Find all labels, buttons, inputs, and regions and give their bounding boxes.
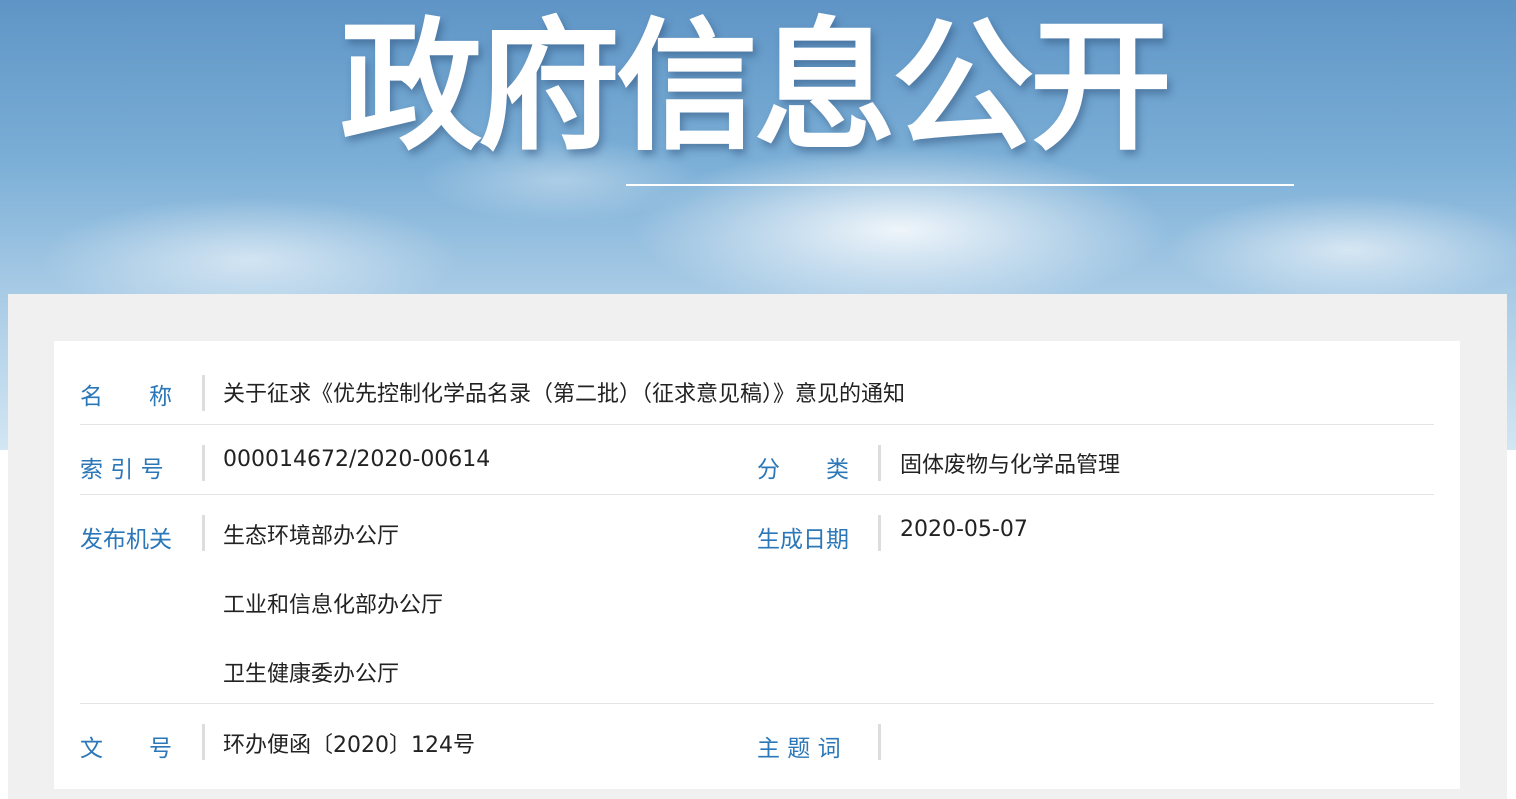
row-name: 名 称 关于征求《优先控制化学品名录（第二批）（征求意见稿）》意见的通知 [80,355,1434,425]
publisher-label: 发布机关 [80,527,172,553]
index-label: 索 引 号 [80,457,164,483]
row-divider [878,515,881,551]
publisher-item: 卫生健康委办公厅 [223,662,400,687]
date-label: 生成日期 [757,527,849,553]
row-divider [202,515,205,551]
index-value: 000014672/2020-00614 [223,447,491,472]
row-publisher: 发布机关 生态环境部办公厅 工业和信息化部办公厅 卫生健康委办公厅 生成日期 2… [80,495,1434,704]
name-value: 关于征求《优先控制化学品名录（第二批）（征求意见稿）》意见的通知 [223,382,906,407]
row-docno: 文 号 环办便函〔2020〕124号 主 题 词 [80,704,1434,774]
date-value: 2020-05-07 [900,517,1028,542]
row-divider [202,445,205,481]
name-label: 名 称 [80,384,172,410]
docno-label: 文 号 [80,736,172,762]
publisher-item: 生态环境部办公厅 [223,524,400,549]
row-divider [202,724,205,760]
docno-value: 环办便函〔2020〕124号 [223,733,475,758]
category-label: 分 类 [757,457,849,483]
row-divider [202,375,205,411]
row-index: 索 引 号 000014672/2020-00614 分 类 固体废物与化学品管… [80,425,1434,495]
row-divider [878,724,881,760]
row-divider [878,445,881,481]
banner-title: 政府信息公开 [340,5,1172,170]
banner-underline [626,184,1294,186]
publisher-item: 工业和信息化部办公厅 [223,593,444,618]
category-value: 固体废物与化学品管理 [900,453,1121,478]
keywords-label: 主 题 词 [757,736,841,762]
